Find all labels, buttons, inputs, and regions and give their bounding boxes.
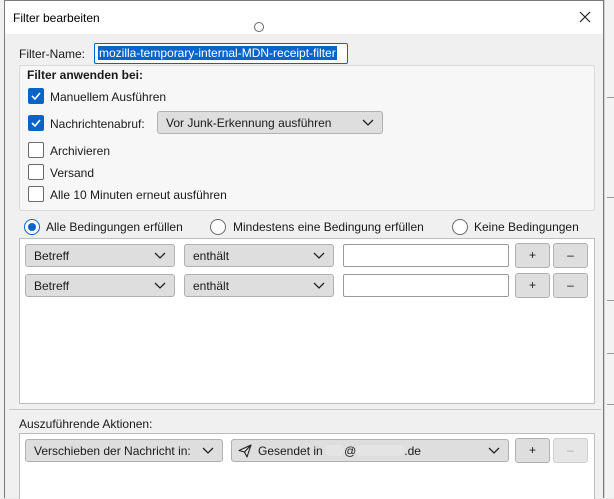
chevron-down-icon bbox=[488, 447, 500, 454]
chevron-down-icon bbox=[154, 252, 166, 259]
match-any-radio[interactable] bbox=[210, 219, 226, 235]
title-bar: Filter bearbeiten bbox=[5, 1, 603, 34]
section-separator bbox=[9, 409, 601, 410]
fetch-timing-dropdown[interactable]: Vor Junk-Erkennung ausführen bbox=[157, 111, 383, 134]
match-none-radio[interactable] bbox=[452, 219, 468, 235]
remove-condition-button[interactable]: – bbox=[553, 273, 588, 298]
chevron-down-icon bbox=[154, 282, 166, 289]
checkmark-icon bbox=[31, 92, 41, 101]
apply-heading: Filter anwenden bei: bbox=[27, 68, 144, 82]
target-folder-dropdown[interactable]: Gesendet in @ .de bbox=[231, 439, 509, 462]
condition-value-input[interactable] bbox=[343, 274, 509, 297]
remove-action-button[interactable]: – bbox=[553, 438, 588, 463]
manual-run-label: Manuellem Ausführen bbox=[50, 90, 167, 104]
condition-field-dropdown[interactable]: Betreff bbox=[25, 274, 175, 297]
match-none-label: Keine Bedingungen bbox=[474, 220, 579, 234]
manual-run-checkbox[interactable] bbox=[28, 88, 44, 104]
match-all-radio[interactable] bbox=[24, 219, 40, 235]
filter-name-input[interactable]: mozilla-temporary-internal-MDN-receipt-f… bbox=[94, 43, 348, 64]
send-label: Versand bbox=[50, 166, 95, 180]
condition-operator-dropdown[interactable]: enthält bbox=[184, 274, 334, 297]
add-action-button[interactable]: + bbox=[515, 438, 550, 463]
remove-condition-button[interactable]: – bbox=[553, 243, 588, 268]
send-icon bbox=[238, 444, 252, 458]
filter-edit-dialog: Filter bearbeiten Filter-Name: mozilla-t… bbox=[4, 0, 604, 499]
periodic-label: Alle 10 Minuten erneut ausführen bbox=[50, 188, 227, 202]
close-icon[interactable] bbox=[575, 7, 595, 27]
chevron-down-icon bbox=[202, 447, 214, 454]
chevron-down-icon bbox=[313, 252, 325, 259]
match-all-label: Alle Bedingungen erfüllen bbox=[46, 220, 183, 234]
checkmark-icon bbox=[31, 119, 41, 128]
add-condition-button[interactable]: + bbox=[515, 243, 550, 268]
action-type-dropdown[interactable]: Verschieben der Nachricht in: bbox=[25, 439, 223, 462]
fetch-checkbox[interactable] bbox=[28, 115, 44, 131]
background-window-edge bbox=[604, 0, 614, 498]
redacted-text bbox=[356, 445, 405, 456]
target-folder-at: @ bbox=[344, 444, 357, 458]
archive-checkbox[interactable] bbox=[28, 142, 44, 158]
redacted-text bbox=[326, 445, 345, 456]
condition-value-input[interactable] bbox=[343, 244, 509, 267]
fetch-timing-value: Vor Junk-Erkennung ausführen bbox=[166, 116, 332, 130]
add-condition-button[interactable]: + bbox=[515, 273, 550, 298]
chevron-down-icon bbox=[313, 282, 325, 289]
chevron-down-icon bbox=[362, 119, 374, 126]
periodic-checkbox[interactable] bbox=[28, 186, 44, 202]
conditions-list: Betreff enthält + – Betreff enthält + – bbox=[19, 238, 595, 404]
filter-name-label: Filter-Name: bbox=[19, 47, 86, 61]
target-folder-prefix: Gesendet in bbox=[258, 444, 323, 458]
condition-operator-dropdown[interactable]: enthält bbox=[184, 244, 334, 267]
mouse-cursor bbox=[254, 22, 264, 32]
filter-name-value: mozilla-temporary-internal-MDN-receipt-f… bbox=[98, 46, 337, 60]
actions-list: Verschieben der Nachricht in: Gesendet i… bbox=[19, 433, 595, 499]
target-folder-suffix: .de bbox=[404, 444, 421, 458]
archive-label: Archivieren bbox=[50, 144, 111, 158]
send-checkbox[interactable] bbox=[28, 164, 44, 180]
fetch-label: Nachrichtenabruf: bbox=[50, 117, 145, 131]
condition-field-dropdown[interactable]: Betreff bbox=[25, 244, 175, 267]
dialog-title: Filter bearbeiten bbox=[13, 11, 100, 25]
match-any-label: Mindestens eine Bedingung erfüllen bbox=[233, 220, 424, 234]
actions-heading: Auszuführende Aktionen: bbox=[19, 417, 153, 431]
